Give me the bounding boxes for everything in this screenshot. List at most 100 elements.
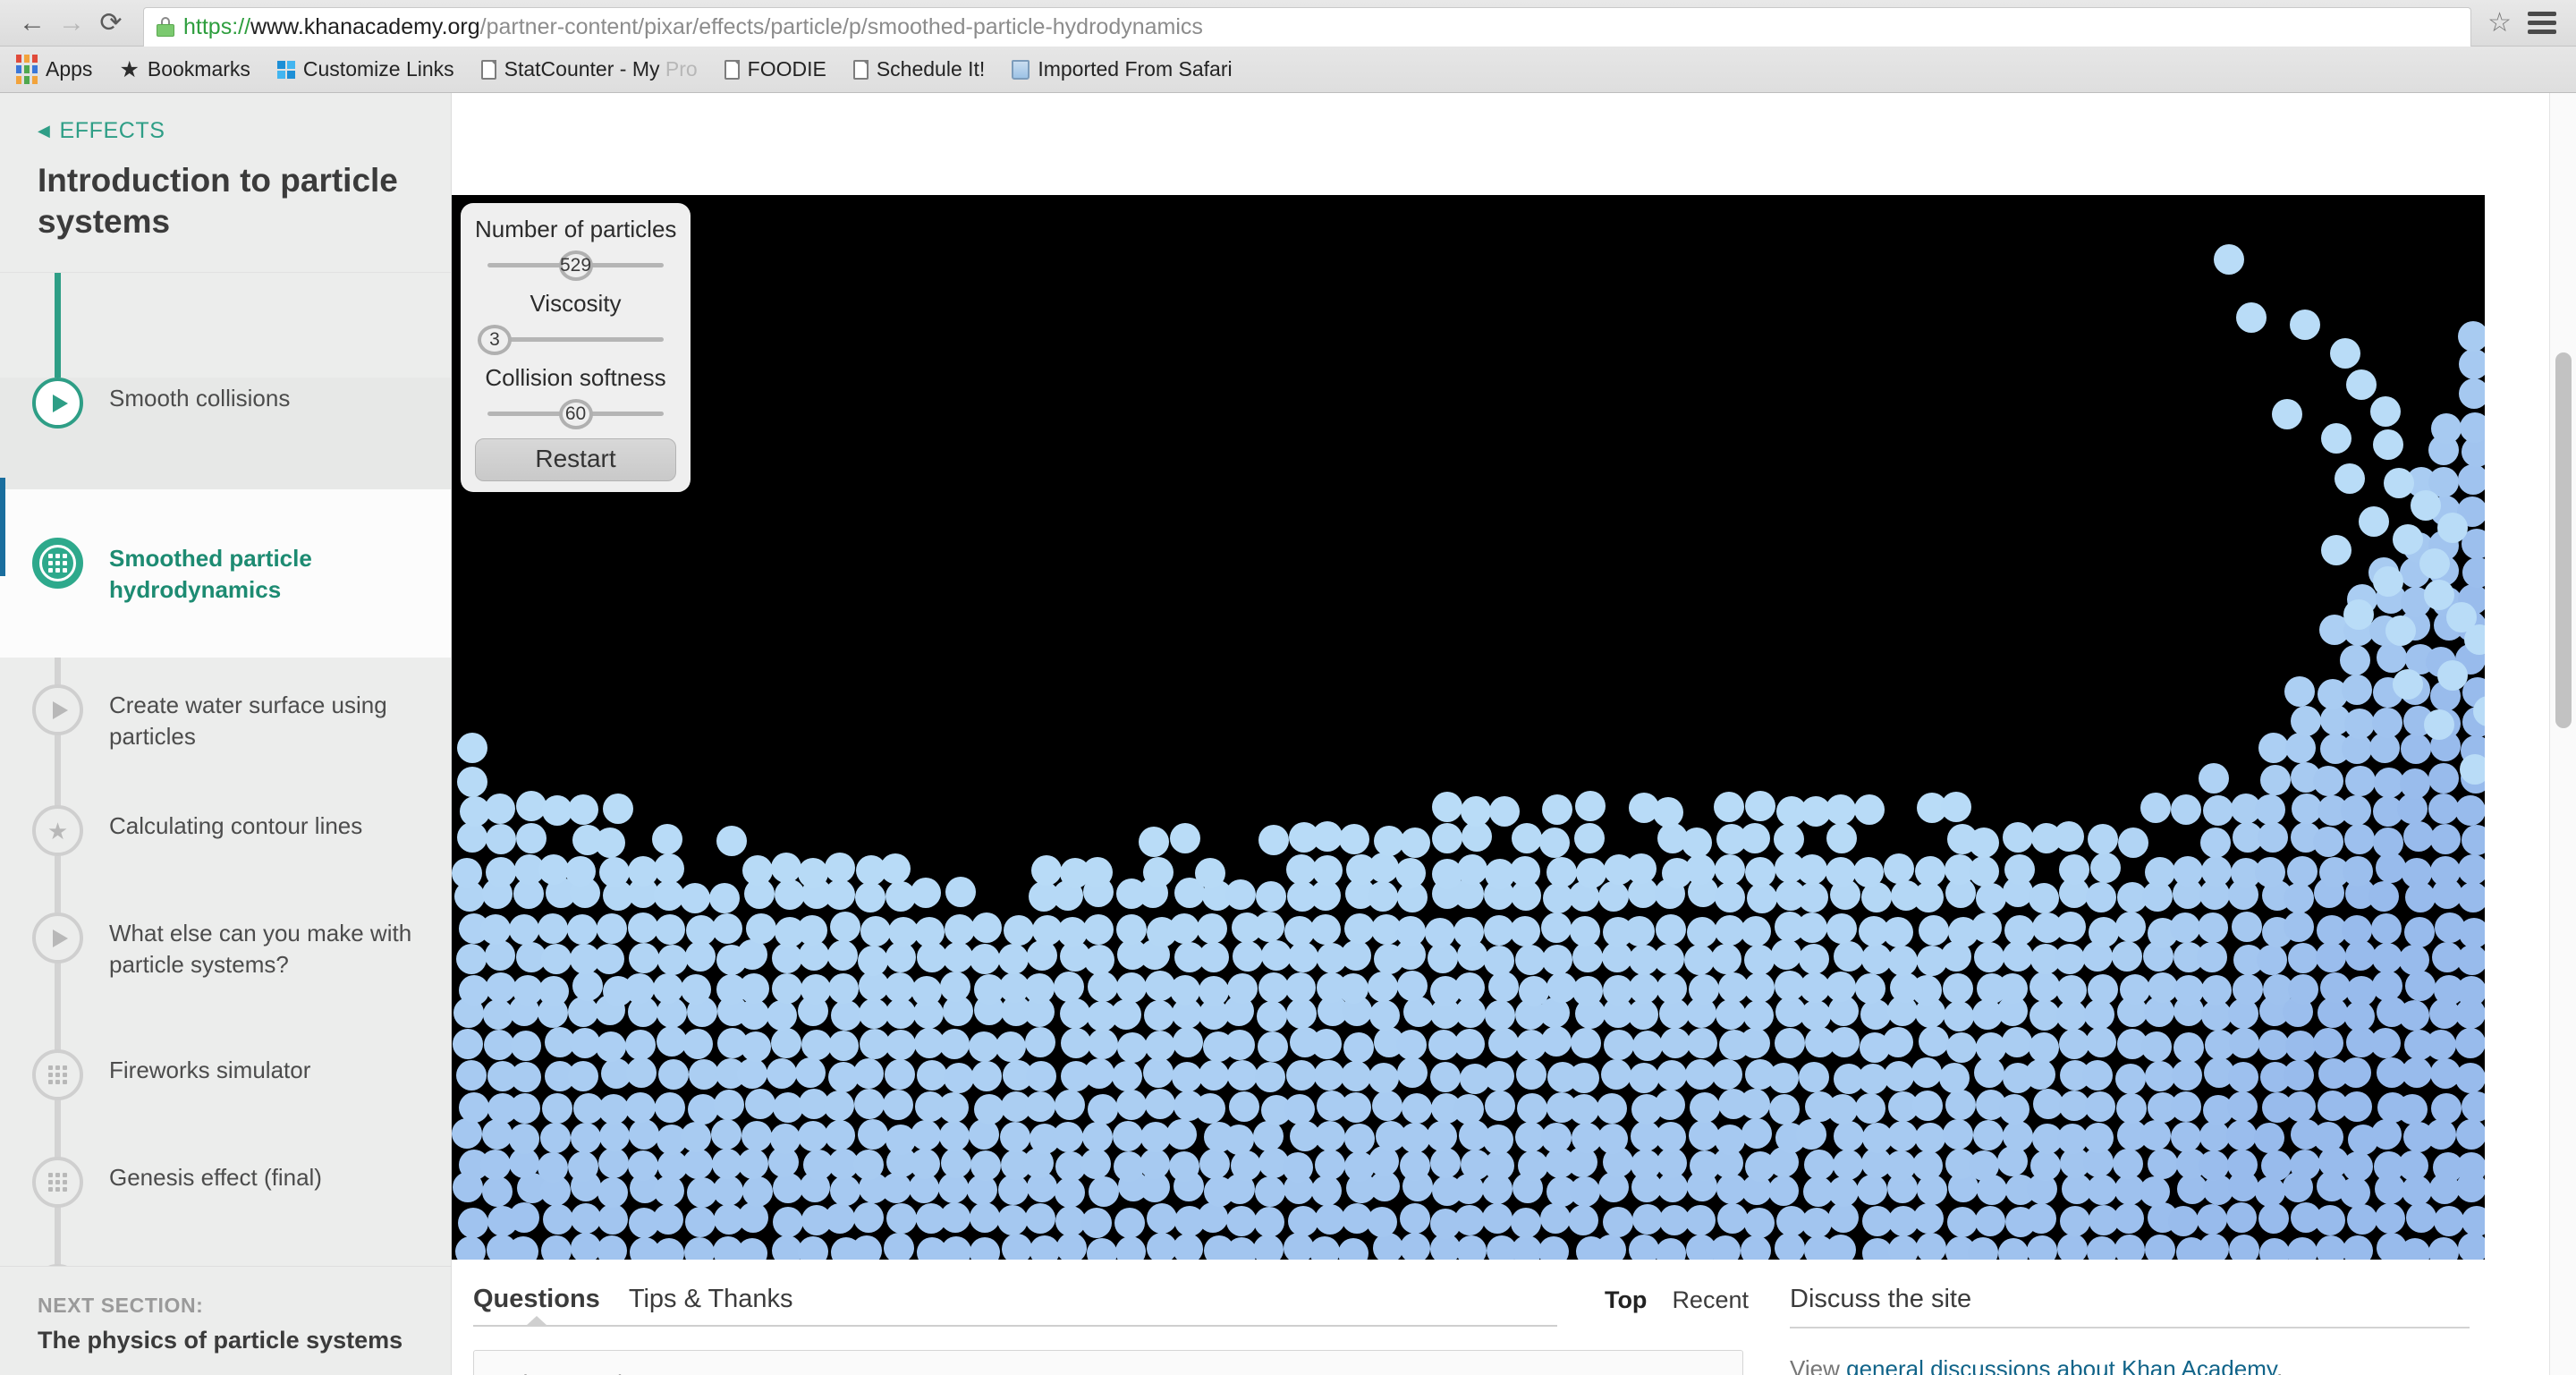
particle <box>2458 378 2485 410</box>
particle <box>940 971 971 1002</box>
sidebar-item-genesis-effect[interactable]: Genesis effect (final) <box>0 1157 451 1264</box>
particle <box>1682 827 1713 858</box>
sidebar-item-label: What else can you make with particle sys… <box>109 920 412 979</box>
page-scrollbar[interactable] <box>2549 93 2576 1375</box>
scrollbar-thumb[interactable] <box>2555 352 2572 728</box>
particle <box>452 1118 482 1150</box>
particle <box>2229 1234 2260 1260</box>
particle <box>2460 412 2485 444</box>
particle <box>855 882 886 913</box>
slider-collision-softness[interactable]: 60 <box>475 395 676 431</box>
divider <box>1790 1327 2470 1328</box>
particle <box>566 913 597 945</box>
reload-icon[interactable]: ⟳ <box>91 4 131 43</box>
slider-number-of-particles[interactable]: 529 <box>475 247 676 283</box>
sort-recent[interactable]: Recent <box>1672 1286 1749 1314</box>
sidebar-item-calculating-contour-lines[interactable]: ★ Calculating contour lines <box>0 805 451 912</box>
slider-knob-value[interactable]: 60 <box>558 399 593 429</box>
back-arrow-icon[interactable]: ← <box>13 4 52 43</box>
particle <box>1368 853 1400 884</box>
particle <box>2197 1204 2228 1235</box>
particle <box>1456 1235 1487 1260</box>
particle <box>2385 615 2416 646</box>
hamburger-menu-icon[interactable] <box>2528 7 2556 38</box>
restart-button[interactable]: Restart <box>475 438 676 481</box>
forward-arrow-icon[interactable]: → <box>52 4 91 43</box>
sidebar-item-what-else-particle-systems[interactable]: What else can you make with particle sys… <box>0 912 451 1049</box>
particle <box>2437 513 2468 543</box>
particle <box>1283 1151 1314 1183</box>
particle <box>1367 1206 1398 1237</box>
particle <box>1568 1062 1599 1093</box>
particle <box>1517 1093 1548 1125</box>
particle <box>1425 917 1456 948</box>
particle <box>1368 972 1399 1003</box>
sidebar-item-create-water-surface[interactable]: Create water surface using particles <box>0 658 451 805</box>
particle <box>1117 1031 1148 1063</box>
particle <box>570 1122 601 1153</box>
particle <box>885 972 916 1004</box>
address-bar[interactable]: https://www.khanacademy.org/partner-cont… <box>143 6 2472 47</box>
sidebar-item-smooth-collisions[interactable]: Smooth collisions <box>0 378 451 489</box>
sidebar-item-fireworks-simulator[interactable]: Fireworks simulator <box>0 1049 451 1157</box>
particle <box>457 1208 488 1239</box>
particle <box>455 1235 487 1260</box>
particle <box>1088 1176 1119 1207</box>
bookmark-apps[interactable]: Apps <box>16 55 92 84</box>
bookmark-schedule-it[interactable]: Schedule It! <box>852 57 985 81</box>
particle <box>2457 854 2485 886</box>
sort-top[interactable]: Top <box>1605 1286 1647 1314</box>
particle <box>2254 857 2285 888</box>
particle <box>1343 1031 1375 1063</box>
particle <box>1603 1206 1634 1237</box>
particle <box>2384 468 2414 498</box>
bookmark-bookmarks[interactable]: ★ Bookmarks <box>119 56 250 83</box>
grid-icon <box>32 1049 83 1100</box>
breadcrumb[interactable]: ◀ EFFECTS <box>38 118 413 144</box>
particle <box>1285 972 1317 1004</box>
particle <box>2397 1094 2428 1125</box>
particle <box>737 1237 768 1260</box>
particle <box>1481 1203 1513 1235</box>
particle <box>1054 972 1084 1003</box>
general-discussions-link[interactable]: general discussions about Khan Academy <box>1846 1355 2276 1375</box>
particle <box>511 1061 542 1092</box>
particle <box>456 1059 487 1091</box>
bookmark-customize-links[interactable]: Customize Links <box>276 57 454 81</box>
particle <box>2055 974 2087 1006</box>
sidebar-header: ◀ EFFECTS Introduction to particle syste… <box>0 93 451 273</box>
slider-viscosity[interactable]: 3 <box>475 321 676 357</box>
bookmark-statcounter[interactable]: StatCounter - My Pro <box>480 57 698 81</box>
particle <box>1911 1091 1943 1122</box>
particle <box>1771 939 1802 971</box>
particle <box>1946 1206 1978 1237</box>
slider-knob-value[interactable]: 529 <box>558 250 593 281</box>
particle <box>1946 1031 1978 1063</box>
particle <box>1767 1062 1799 1093</box>
sidebar-item-smoothed-particle-hydrodynamics[interactable]: Smoothed particle hydrodynamics <box>0 489 451 658</box>
particle <box>1340 1061 1371 1092</box>
next-section-panel[interactable]: NEXT SECTION: The physics of particle sy… <box>0 1266 451 1375</box>
particle <box>1402 996 1434 1027</box>
particle <box>1882 917 1913 948</box>
tab-questions[interactable]: Questions <box>473 1285 600 1325</box>
particle <box>1940 792 1971 823</box>
particle <box>1400 1202 1431 1234</box>
particle <box>1226 1060 1258 1091</box>
particle <box>2343 855 2373 887</box>
particle <box>2054 943 2085 974</box>
particle <box>2455 1028 2485 1059</box>
particle <box>1087 972 1118 1003</box>
particle-simulation-canvas[interactable]: Number of particles 529 Viscosity 3 Coll… <box>452 195 2485 1260</box>
particle <box>772 973 803 1005</box>
bookmark-star-icon[interactable]: ☆ <box>2487 7 2512 38</box>
bookmark-imported-from-safari[interactable]: Imported From Safari <box>1012 57 1233 81</box>
tab-tips-and-thanks[interactable]: Tips & Thanks <box>629 1285 793 1325</box>
slider-knob-value[interactable]: 3 <box>478 325 512 355</box>
control-label-collision-softness: Collision softness <box>485 364 666 391</box>
particle <box>853 1201 885 1233</box>
particle <box>1740 1235 1771 1260</box>
particle <box>2140 1119 2171 1150</box>
ask-question-input[interactable]: Ask a question... <box>473 1350 1743 1375</box>
bookmark-foodie[interactable]: FOODIE <box>724 57 826 81</box>
